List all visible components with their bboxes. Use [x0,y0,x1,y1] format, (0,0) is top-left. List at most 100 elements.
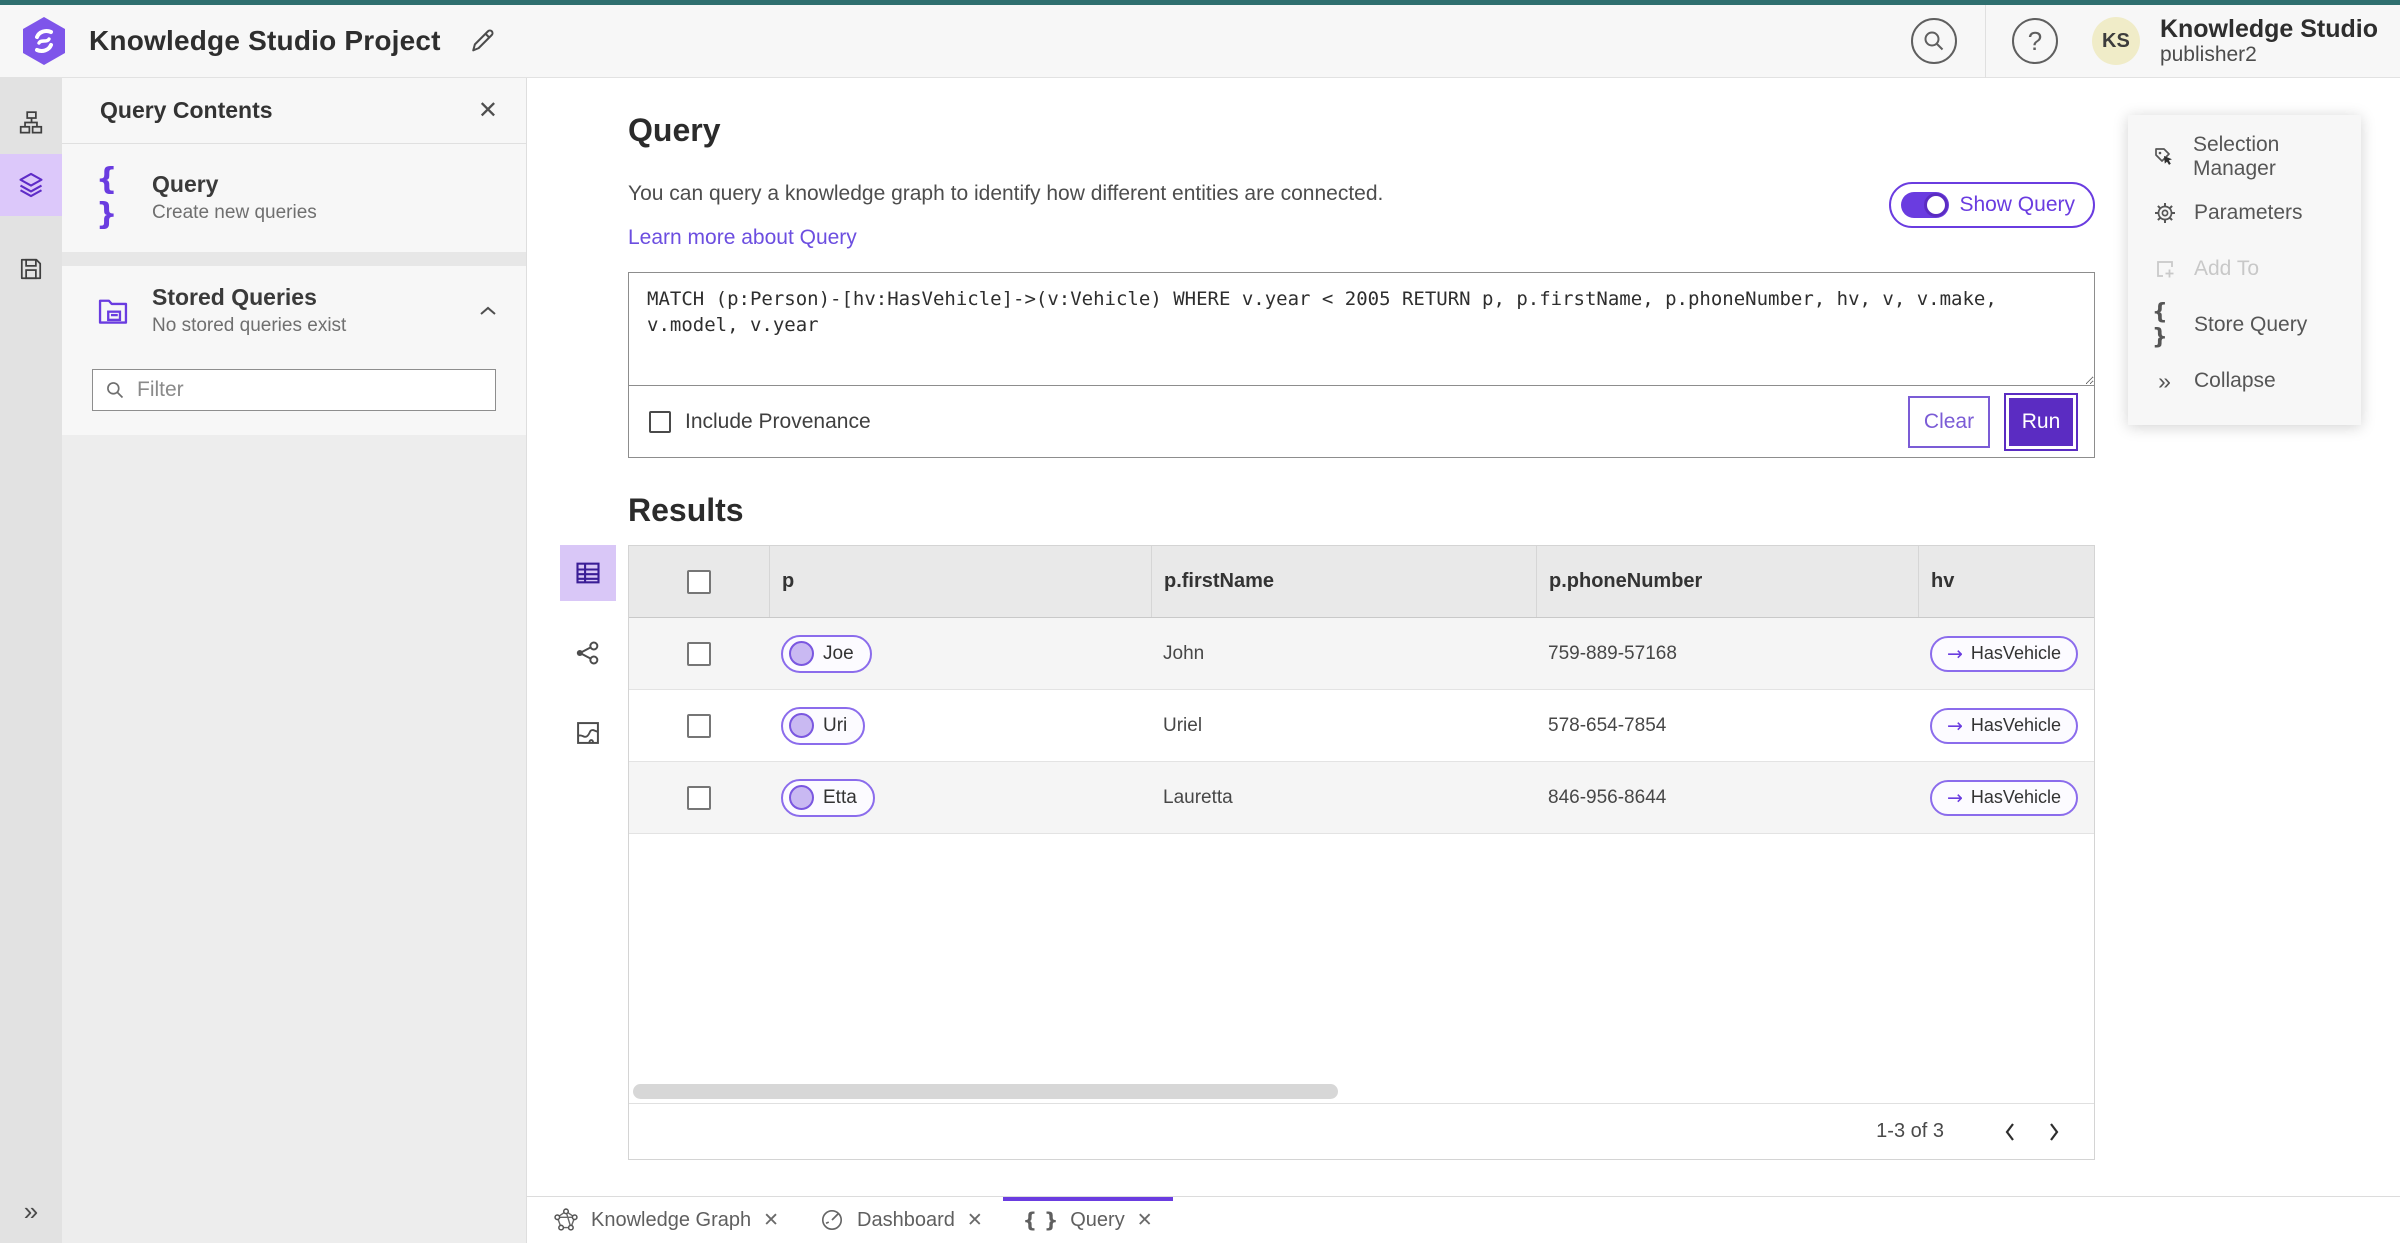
graph-icon [576,641,599,665]
tab-label: Query [1070,1208,1125,1231]
close-tab-icon[interactable]: ✕ [1137,1209,1153,1232]
select-all-checkbox[interactable] [687,569,711,594]
avatar[interactable]: KS [2091,17,2140,65]
rail-item-save[interactable] [0,238,62,300]
node-dot-icon [789,785,814,810]
user-name: publisher2 [2159,43,2257,67]
query-input[interactable]: MATCH (p:Person)-[hv:HasVehicle]->(v:Veh… [629,273,2094,386]
table-row: Joe John 759-889-57168 → HasVehicle [629,618,2094,690]
filter-input[interactable] [137,378,483,402]
parameters-label: Parameters [2194,201,2303,224]
show-query-label: Show Query [1959,193,2075,216]
tab-query[interactable]: { } Query ✕ [1003,1197,1173,1243]
panel-title: Query Contents [100,97,273,123]
result-view-switcher [560,545,616,785]
edit-title-icon[interactable] [467,26,497,56]
panel-section-gap [62,252,526,266]
toggle-track [1901,192,1950,218]
table-footer: 1-3 of 3 [629,1103,2094,1159]
edge-arrow-icon: → [1947,786,1963,809]
selection-manager-button[interactable]: Selection Manager [2128,129,2361,185]
user-block: Knowledge Studio publisher2 [2160,15,2378,67]
row-checkbox[interactable] [687,785,711,810]
column-header-p[interactable]: p [769,546,1151,617]
panel-close-icon[interactable]: ✕ [478,96,498,125]
include-provenance-checkbox[interactable] [649,410,671,433]
pagination-range: 1-3 of 3 [1876,1120,1944,1142]
bottom-tab-bar: Knowledge Graph ✕ Dashboard ✕ { } Query … [527,1196,2400,1243]
search-button[interactable] [1910,18,1957,64]
project-title: Knowledge Studio Project [89,25,441,56]
row-checkbox[interactable] [687,713,711,738]
include-provenance-label: Include Provenance [685,409,871,433]
tab-dashboard[interactable]: Dashboard ✕ [799,1197,1003,1243]
close-tab-icon[interactable]: ✕ [967,1209,983,1232]
add-to-button: Add To [2128,241,2361,297]
show-query-toggle[interactable]: Show Query [1889,182,2095,228]
table-row: Etta Lauretta 846-956-8644 → HasVehicle [629,762,2094,834]
app-logo-icon[interactable] [21,16,67,66]
horizontal-scrollbar [629,1081,2094,1103]
add-to-label: Add To [2194,257,2259,280]
edge-label: HasVehicle [1970,715,2061,735]
query-editor-container: MATCH (p:Person)-[hv:HasVehicle]->(v:Veh… [628,272,2095,458]
row-checkbox[interactable] [687,641,711,666]
store-query-button[interactable]: { } Store Query [2128,297,2361,353]
layers-icon [19,172,43,198]
node-pill[interactable]: Etta [781,778,875,817]
braces-icon: { } [96,162,120,232]
panel-item-query-subtitle: Create new queries [152,201,317,223]
edge-pill[interactable]: → HasVehicle [1930,635,2078,672]
tab-knowledge-graph[interactable]: Knowledge Graph ✕ [533,1197,799,1243]
dashboard-icon [822,1209,843,1231]
filter-search-icon [107,382,124,399]
panel-item-stored-queries[interactable]: Stored Queries No stored queries exist [62,266,526,357]
node-pill[interactable]: Uri [781,706,866,745]
results-title: Results [628,492,744,528]
column-header-phonenumber[interactable]: p.phoneNumber [1536,546,1918,617]
parameters-button[interactable]: Parameters [2128,185,2361,241]
rail-item-explore[interactable] [0,92,62,154]
help-button[interactable]: ? [2011,18,2058,64]
collapse-panel-button[interactable]: » Collapse [2128,353,2361,409]
edge-pill[interactable]: → HasVehicle [1930,707,2078,744]
tab-label: Dashboard [857,1208,955,1231]
edge-pill[interactable]: → HasVehicle [1930,779,2078,816]
run-button[interactable]: Run [2004,392,2078,451]
page-title: Query [628,112,721,148]
add-to-icon [2152,257,2178,281]
table-view-button[interactable] [560,545,616,601]
column-header-firstname[interactable]: p.firstName [1151,546,1536,617]
next-page-button[interactable] [2032,1110,2076,1154]
panel-item-query-title: Query [152,170,219,197]
graph-view-button[interactable] [560,625,616,681]
main-area: Query You can query a knowledge graph to… [527,78,2400,1243]
close-tab-icon[interactable]: ✕ [763,1209,779,1232]
selection-manager-label: Selection Manager [2192,133,2280,180]
edge-label: HasVehicle [1970,787,2061,807]
edge-label: HasVehicle [1970,643,2061,663]
collapse-section-chevron-icon[interactable] [478,304,498,318]
query-page: Query You can query a knowledge graph to… [560,78,2095,1243]
learn-more-link[interactable]: Learn more about Query [628,226,857,250]
filter-field[interactable] [92,369,496,411]
braces-icon: { } [1022,1208,1059,1232]
stored-queries-folder-icon [96,296,152,326]
map-view-button[interactable] [560,705,616,761]
cell-firstname: John [1163,642,1205,664]
results-table-header: p p.firstName p.phoneNumber hv [629,546,2094,618]
cell-firstname: Uriel [1163,714,1203,736]
clear-button[interactable]: Clear [1908,395,1990,448]
previous-page-button[interactable] [1988,1110,2032,1154]
rail-item-contents[interactable] [0,154,62,216]
column-header-hv[interactable]: hv [1918,546,2094,617]
scrollbar-thumb[interactable] [633,1084,1338,1099]
expand-rail-button[interactable]: » [0,1187,62,1235]
results-table: p p.firstName p.phoneNumber hv Joe John … [628,545,2095,1160]
topbar-divider [1984,4,1986,78]
stored-queries-subtitle: No stored queries exist [152,315,347,336]
node-pill[interactable]: Joe [781,634,872,673]
panel-item-query[interactable]: { } Query Create new queries [62,144,526,252]
panel-header: Query Contents ✕ [62,78,526,144]
top-bar-actions: ? KS Knowledge Studio publisher2 [1910,4,2400,78]
